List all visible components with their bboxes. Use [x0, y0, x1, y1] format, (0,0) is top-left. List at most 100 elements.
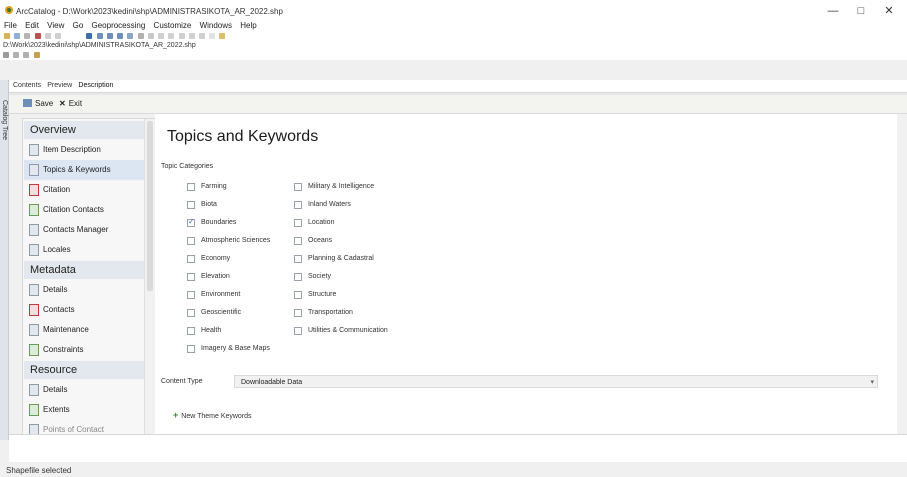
nav-item-topics-keywords[interactable]: Topics & Keywords — [24, 160, 144, 180]
nav-item-citation-contacts[interactable]: Citation Contacts — [24, 200, 144, 220]
category-label: Imagery & Base Maps — [201, 345, 270, 352]
close-button[interactable]: ✕ — [876, 3, 902, 19]
checkbox-imagery-base-maps[interactable] — [187, 345, 195, 353]
python-icon[interactable] — [158, 33, 165, 39]
exit-button[interactable]: ✕ Exit — [59, 99, 82, 108]
toolbar-icon[interactable] — [188, 33, 195, 39]
nav-item-contacts-manager[interactable]: Contacts Manager — [24, 220, 144, 240]
menu-file[interactable]: File — [4, 20, 17, 32]
checkbox-military-intelligence[interactable] — [294, 183, 302, 191]
toolbar-icon[interactable] — [13, 52, 20, 58]
thumbnails-icon[interactable] — [117, 33, 124, 39]
nav-scrollbar[interactable] — [144, 119, 155, 435]
checkbox-elevation[interactable] — [187, 273, 195, 281]
checkbox-farming[interactable] — [187, 183, 195, 191]
error-page-icon — [29, 304, 39, 316]
arccatalog-app-icon — [4, 5, 14, 15]
category-label: Economy — [201, 255, 231, 262]
toolbar-icon[interactable] — [178, 33, 185, 39]
checkbox-biota[interactable] — [187, 201, 195, 209]
checkbox-structure[interactable] — [294, 291, 302, 299]
toolbar-icon[interactable] — [219, 33, 226, 39]
arctoolbox-icon[interactable] — [147, 33, 154, 39]
menu-help[interactable]: Help — [240, 20, 256, 32]
category-label: Health — [201, 327, 222, 334]
large-icons-icon[interactable] — [86, 33, 93, 39]
checkbox-transportation[interactable] — [294, 309, 302, 317]
content-scrollbar[interactable] — [897, 114, 907, 434]
nav-item-metadata-details[interactable]: Details — [24, 280, 144, 300]
up-one-level-icon[interactable] — [4, 33, 10, 39]
zoom-icon[interactable] — [209, 33, 216, 39]
nav-item-constraints[interactable]: Constraints — [24, 340, 144, 360]
delete-icon[interactable] — [34, 33, 41, 39]
checkbox-oceans[interactable] — [294, 237, 302, 245]
nav-item-locales[interactable]: Locales — [24, 240, 144, 260]
nav-item-maintenance[interactable]: Maintenance — [24, 320, 144, 340]
nav-section-resource[interactable]: Resource — [24, 361, 144, 379]
status-text: Shapefile selected — [6, 466, 72, 475]
category-label: Planning & Cadastral — [308, 255, 374, 262]
save-button[interactable]: Save — [23, 99, 53, 108]
nav-item-item-description[interactable]: Item Description — [24, 140, 144, 160]
topic-categories-label: Topic Categories — [161, 163, 214, 170]
toolbar-icon[interactable] — [44, 33, 51, 39]
toolbar-icon[interactable] — [23, 52, 30, 58]
minimize-button[interactable]: — — [820, 3, 846, 19]
checkbox-society[interactable] — [294, 273, 302, 281]
maximize-button[interactable]: □ — [848, 3, 874, 19]
new-theme-keywords-button[interactable]: + New Theme Keywords — [173, 410, 252, 420]
checkbox-utilities-communication[interactable] — [294, 327, 302, 335]
checkbox-environment[interactable] — [187, 291, 195, 299]
bottom-pane — [9, 434, 907, 463]
nav-scrollbar-thumb[interactable] — [147, 121, 153, 291]
page-icon — [29, 244, 39, 256]
tab-contents[interactable]: Contents — [13, 80, 41, 92]
page-icon — [29, 384, 39, 396]
menu-view[interactable]: View — [47, 20, 64, 32]
checkbox-location[interactable] — [294, 219, 302, 227]
menu-geoprocessing[interactable]: Geoprocessing — [92, 20, 146, 32]
window-title: ArcCatalog - D:\Work\2023\kedini\shp\ADM… — [16, 7, 283, 16]
chevron-down-icon[interactable]: ▾ — [870, 376, 874, 389]
menu-customize[interactable]: Customize — [154, 20, 192, 32]
nav-section-metadata[interactable]: Metadata — [24, 261, 144, 279]
category-label: Boundaries — [201, 219, 237, 226]
tab-description[interactable]: Description — [78, 80, 113, 92]
menu-edit[interactable]: Edit — [25, 20, 39, 32]
paste-icon[interactable] — [24, 33, 31, 39]
checkbox-atmospheric-sciences[interactable] — [187, 237, 195, 245]
tab-preview[interactable]: Preview — [47, 80, 72, 92]
nav-item-extents[interactable]: Extents — [24, 400, 144, 420]
toolbar-icon[interactable] — [198, 33, 205, 39]
checkbox-planning-cadastral[interactable] — [294, 255, 302, 263]
details-icon[interactable] — [106, 33, 113, 39]
toolbar-icon[interactable] — [33, 52, 40, 58]
menu-go[interactable]: Go — [73, 20, 84, 32]
checkbox-health[interactable] — [187, 327, 195, 335]
list-icon[interactable] — [96, 33, 103, 39]
nav-item-resource-details[interactable]: Details — [24, 380, 144, 400]
menu-windows[interactable]: Windows — [200, 20, 232, 32]
toolbar-icon[interactable] — [55, 33, 62, 39]
checkbox-economy[interactable] — [187, 255, 195, 263]
nav-item-label: Contacts Manager — [43, 225, 109, 234]
toolbar-icon[interactable] — [3, 52, 9, 58]
close-x-icon: ✕ — [59, 99, 66, 108]
nav-section-overview[interactable]: Overview — [24, 121, 144, 139]
nav-item-metadata-contacts[interactable]: Contacts — [24, 300, 144, 320]
search-window-icon[interactable] — [137, 33, 144, 39]
checkbox-boundaries[interactable] — [187, 217, 195, 227]
category-label: Society — [308, 273, 331, 280]
content-type-select[interactable]: Downloadable Data ▾ — [234, 375, 878, 388]
checkbox-inland-waters[interactable] — [294, 201, 302, 209]
toolbar-icon[interactable] — [168, 33, 175, 39]
nav-item-citation[interactable]: Citation — [24, 180, 144, 200]
copy-icon[interactable] — [14, 33, 21, 39]
catalog-tree-tab[interactable]: Catalog Tree — [0, 80, 9, 440]
location-input[interactable]: D:\Work\2023\kedini\shp\ADMINISTRASIKOTA… — [3, 41, 196, 51]
catalog-window-icon[interactable] — [127, 33, 134, 39]
page-icon — [29, 164, 39, 176]
category-label: Atmospheric Sciences — [201, 237, 271, 244]
checkbox-geoscientific[interactable] — [187, 309, 195, 317]
